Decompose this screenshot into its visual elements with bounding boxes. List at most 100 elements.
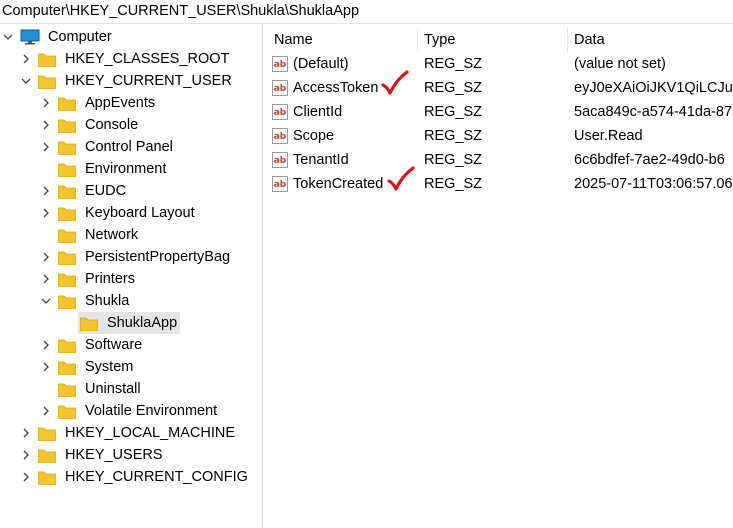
computer-icon [20, 29, 40, 45]
tree-label: ShuklaApp [107, 315, 178, 331]
chevron-right-icon[interactable] [40, 114, 52, 136]
tree-node-shuklaapp[interactable]: ShuklaApp [60, 312, 181, 334]
tree-label: Computer [48, 29, 112, 45]
pane-splitter[interactable] [262, 24, 267, 528]
value-name: ClientId [293, 104, 343, 120]
chevron-right-icon[interactable] [40, 202, 52, 224]
chevron-right-icon[interactable] [40, 136, 52, 158]
column-header-type[interactable]: Type [418, 28, 568, 52]
tree-node-eudc[interactable]: EUDC [40, 180, 129, 202]
folder-icon [58, 251, 76, 265]
string-value-icon: ab [272, 128, 288, 144]
folder-icon [58, 141, 76, 155]
svg-text:ab: ab [274, 108, 287, 118]
tree-node-computer[interactable]: Computer [2, 26, 115, 48]
tree-node-control-panel[interactable]: Control Panel [40, 136, 176, 158]
tree-node-hkcu[interactable]: HKEY_CURRENT_USER [20, 70, 235, 92]
values-pane: Name Type Data ab (Default) REG_SZ (value n… [268, 24, 733, 528]
tree-node-hkcc[interactable]: HKEY_CURRENT_CONFIG [20, 466, 251, 488]
value-type: REG_SZ [424, 152, 483, 168]
tree-label: Software [85, 337, 143, 353]
value-data: User.Read [574, 128, 643, 144]
folder-icon [58, 163, 76, 177]
no-expander [40, 378, 52, 400]
tree-node-hku[interactable]: HKEY_USERS [20, 444, 166, 466]
chevron-right-icon[interactable] [40, 334, 52, 356]
tree-node-persistentpropertybag[interactable]: PersistentPropertyBag [40, 246, 233, 268]
chevron-right-icon[interactable] [40, 268, 52, 290]
tree-label: Environment [85, 161, 167, 177]
tree-node-uninstall[interactable]: Uninstall [40, 378, 144, 400]
chevron-right-icon[interactable] [40, 356, 52, 378]
string-value-icon: ab [272, 104, 288, 120]
folder-icon [58, 405, 76, 419]
checkmark-annotation-icon [387, 166, 415, 191]
tree-label: Uninstall [85, 381, 141, 397]
tree-node-environment[interactable]: Environment [40, 158, 169, 180]
tree-node-hklm[interactable]: HKEY_LOCAL_MACHINE [20, 422, 238, 444]
tree-label: Printers [85, 271, 135, 287]
chevron-down-icon[interactable] [2, 26, 14, 48]
string-value-icon: ab [272, 152, 288, 168]
value-row-tokencreated[interactable]: ab TokenCreated REG_SZ 2025-07-11T03:06:57.… [268, 166, 733, 196]
value-row-clientid[interactable]: ab ClientId REG_SZ 5aca849c-a574-41da-87 [268, 100, 733, 124]
chevron-right-icon[interactable] [40, 246, 52, 268]
chevron-right-icon[interactable] [40, 180, 52, 202]
string-value-icon: ab [272, 80, 288, 96]
tree-label: PersistentPropertyBag [85, 249, 231, 265]
tree-node-network[interactable]: Network [40, 224, 141, 246]
value-row-accesstoken[interactable]: ab AccessToken REG_SZ eyJ0eXAiOiJKV1QiLCJub… [268, 70, 733, 100]
tree-label: Control Panel [85, 139, 173, 155]
tree-node-volatile-environment[interactable]: Volatile Environment [40, 400, 220, 422]
column-header-data[interactable]: Data [568, 28, 733, 52]
folder-icon [58, 273, 76, 287]
tree-node-software[interactable]: Software [40, 334, 145, 356]
no-expander [60, 312, 72, 334]
folder-icon [38, 427, 56, 441]
chevron-right-icon[interactable] [20, 48, 32, 70]
folder-icon [58, 383, 76, 397]
folder-icon [58, 339, 76, 353]
folder-icon [58, 207, 76, 221]
tree-label: HKEY_CURRENT_CONFIG [65, 469, 248, 485]
folder-icon [38, 471, 56, 485]
tree-label: Console [85, 117, 139, 133]
tree-label: HKEY_USERS [65, 447, 163, 463]
checkmark-annotation-icon [381, 70, 409, 95]
tree-node-keyboard-layout[interactable]: Keyboard Layout [40, 202, 198, 224]
value-row-default[interactable]: ab (Default) REG_SZ (value not set) [268, 52, 733, 76]
tree-label: Network [85, 227, 139, 243]
folder-icon [58, 361, 76, 375]
tree-node-system[interactable]: System [40, 356, 136, 378]
tree-node-printers[interactable]: Printers [40, 268, 138, 290]
value-data: 5aca849c-a574-41da-87 [574, 104, 733, 120]
tree-node-console[interactable]: Console [40, 114, 141, 136]
chevron-right-icon[interactable] [40, 400, 52, 422]
value-type: REG_SZ [424, 128, 483, 144]
folder-icon [58, 119, 76, 133]
chevron-right-icon[interactable] [20, 466, 32, 488]
tree-label: AppEvents [85, 95, 156, 111]
column-header-name[interactable]: Name [268, 28, 418, 52]
value-type: REG_SZ [424, 56, 483, 72]
chevron-right-icon[interactable] [40, 92, 52, 114]
folder-icon [58, 185, 76, 199]
chevron-right-icon[interactable] [20, 444, 32, 466]
tree-label: EUDC [85, 183, 127, 199]
no-expander [40, 158, 52, 180]
svg-text:ab: ab [274, 84, 287, 94]
tree-label: HKEY_LOCAL_MACHINE [65, 425, 236, 441]
value-row-scope[interactable]: ab Scope REG_SZ User.Read [268, 124, 733, 148]
tree-node-appevents[interactable]: AppEvents [40, 92, 158, 114]
value-data: (value not set) [574, 56, 666, 72]
chevron-right-icon[interactable] [20, 422, 32, 444]
address-bar[interactable]: Computer\HKEY_CURRENT_USER\Shukla\Shukla… [0, 0, 733, 24]
chevron-down-icon[interactable] [40, 290, 52, 312]
tree-node-shukla[interactable]: Shukla [40, 290, 132, 312]
folder-icon [38, 53, 56, 67]
value-data: eyJ0eXAiOiJKV1QiLCJub2 [574, 80, 733, 96]
tree-node-hkcr[interactable]: HKEY_CLASSES_ROOT [20, 48, 232, 70]
svg-text:ab: ab [274, 180, 287, 190]
chevron-down-icon[interactable] [20, 70, 32, 92]
value-row-tenantid[interactable]: ab TenantId REG_SZ 6c6bdfef-7ae2-49d0-b6 [268, 148, 733, 172]
